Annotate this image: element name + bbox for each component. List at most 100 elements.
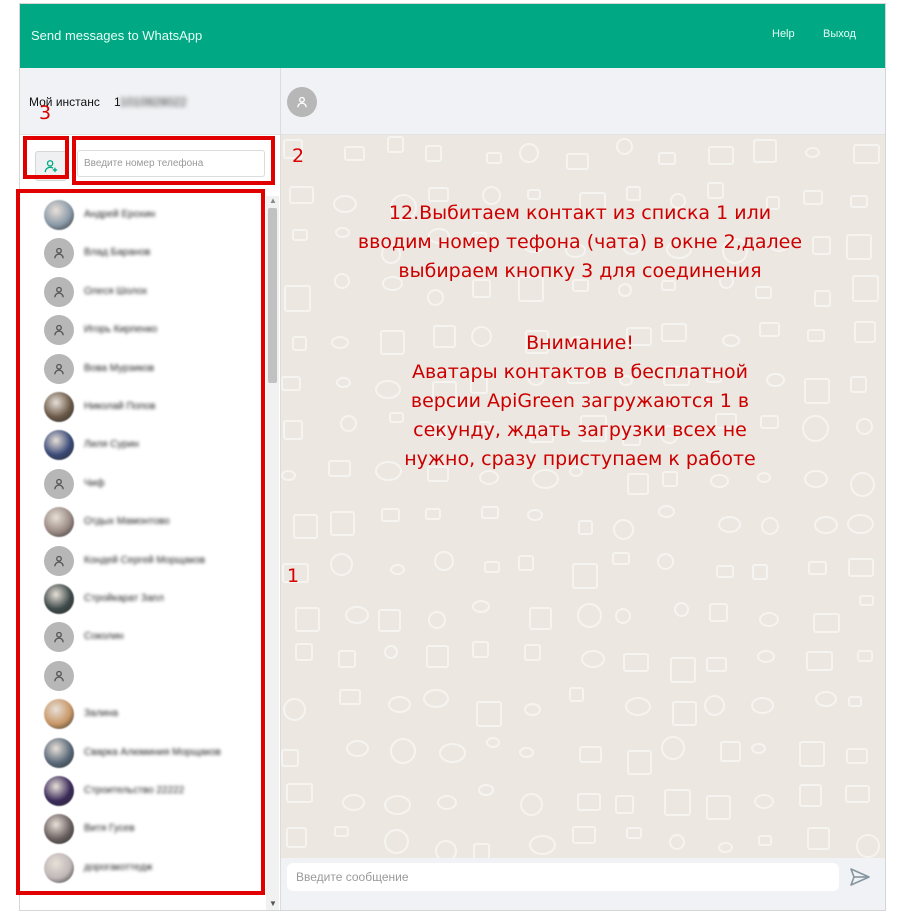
wallpaper-doodle: [813, 516, 838, 535]
wallpaper-doodle: [658, 505, 676, 519]
instance-number: 11010928022: [114, 95, 187, 109]
message-input[interactable]: [287, 863, 839, 891]
wallpaper-doodle: [759, 611, 780, 627]
wallpaper-doodle: [808, 560, 828, 575]
warning-line-3: секунду, ждать загрузки всех не: [413, 419, 747, 441]
wallpaper-doodle: [624, 697, 651, 717]
annotation-label-1: 1: [287, 565, 300, 587]
chat-panel: [281, 68, 885, 910]
wallpaper-doodle: [751, 743, 767, 755]
annotation-box-2: [72, 136, 275, 185]
wallpaper-doodle: [428, 610, 447, 629]
wallpaper-doodle: [853, 320, 876, 343]
instruction-line-1: 12.Выбитаем контакт из списка 1 или: [388, 202, 772, 224]
wallpaper-doodle: [813, 290, 831, 308]
wallpaper-doodle: [572, 826, 597, 845]
wallpaper-doodle: [381, 507, 401, 522]
send-icon: [850, 868, 870, 886]
wallpaper-doodle: [333, 826, 349, 838]
wallpaper-doodle: [282, 698, 306, 722]
wallpaper-doodle: [850, 471, 876, 497]
wallpaper-doodle: [757, 835, 772, 847]
wallpaper-doodle: [291, 336, 307, 352]
wallpaper-doodle: [806, 826, 830, 850]
help-link[interactable]: Help: [772, 28, 795, 40]
wallpaper-doodle: [849, 376, 867, 394]
chat-avatar[interactable]: [287, 87, 317, 117]
wallpaper-doodle: [859, 595, 875, 607]
wallpaper-doodle: [473, 842, 491, 858]
wallpaper-doodle: [383, 645, 398, 660]
wallpaper-doodle: [799, 783, 823, 807]
annotation-box-1: [16, 189, 265, 895]
wallpaper-doodle: [288, 185, 314, 204]
wallpaper-doodle: [529, 607, 553, 631]
wallpaper-doodle: [378, 608, 402, 632]
wallpaper-doodle: [612, 519, 634, 541]
wallpaper-doodle: [715, 564, 734, 578]
wallpaper-doodle: [852, 143, 880, 164]
wallpaper-doodle: [425, 507, 441, 520]
wallpaper-doodle: [344, 606, 369, 625]
wallpaper-doodle: [705, 656, 727, 672]
wallpaper-doodle: [292, 228, 309, 241]
wallpaper-doodle: [569, 687, 585, 703]
wallpaper-doodle: [718, 841, 734, 853]
instruction-overlay: 12.Выбитаем контакт из списка 1 или ввод…: [345, 199, 815, 474]
wallpaper-doodle: [485, 737, 500, 749]
annotation-box-3: [23, 136, 69, 179]
wallpaper-doodle: [437, 795, 458, 811]
wallpaper-doodle: [519, 142, 540, 163]
wallpaper-doodle: [281, 470, 297, 482]
wallpaper-doodle: [286, 782, 314, 803]
wallpaper-doodle: [708, 603, 728, 622]
wallpaper-doodle: [281, 748, 300, 767]
wallpaper-doodle: [471, 600, 490, 614]
wallpaper-doodle: [805, 147, 821, 159]
annotation-label-3: 3: [39, 102, 52, 124]
wallpaper-doodle: [519, 746, 535, 758]
scroll-down-arrow-icon[interactable]: ▼: [269, 899, 277, 908]
wallpaper-doodle: [761, 516, 780, 535]
top-bar: Send messages to WhatsApp Help Выход: [20, 4, 885, 68]
wallpaper-doodle: [622, 653, 649, 673]
wallpaper-doodle: [338, 689, 361, 706]
wallpaper-doodle: [330, 511, 356, 537]
app-title: Send messages to WhatsApp: [31, 28, 203, 43]
wallpaper-doodle: [846, 514, 874, 535]
wallpaper-doodle: [478, 783, 495, 796]
wallpaper-doodle: [580, 649, 605, 668]
wallpaper-doodle: [846, 747, 869, 764]
scroll-up-arrow-icon[interactable]: ▲: [269, 196, 277, 205]
wallpaper-doodle: [856, 650, 873, 663]
wallpaper-doodle: [627, 473, 650, 496]
wallpaper-doodle: [439, 743, 467, 764]
wallpaper-doodle: [671, 700, 697, 726]
warning-line-4: нужно, сразу приступаем к работе: [404, 448, 756, 470]
wallpaper-doodle: [799, 741, 826, 768]
wallpaper-doodle: [337, 649, 356, 668]
wallpaper-doodle: [342, 793, 366, 811]
wallpaper-doodle: [658, 151, 677, 165]
send-button[interactable]: [848, 865, 872, 889]
message-composer: [281, 858, 885, 910]
wallpaper-doodle: [390, 563, 406, 575]
wallpaper-doodle: [523, 702, 541, 716]
wallpaper-doodle: [566, 152, 590, 170]
wallpaper-doodle: [720, 741, 741, 763]
wallpaper-doodle: [518, 554, 535, 571]
wallpaper-doodle: [426, 645, 450, 669]
wallpaper-doodle: [615, 137, 633, 155]
wallpaper-doodle: [673, 602, 689, 618]
wallpaper-doodle: [845, 233, 872, 260]
contact-list-scrollbar[interactable]: ▲ ▼: [266, 196, 279, 910]
wallpaper-doodle: [709, 473, 729, 488]
wallpaper-doodle: [718, 515, 742, 533]
wallpaper-doodle: [852, 274, 880, 302]
logout-link[interactable]: Выход: [823, 28, 856, 40]
wallpaper-doodle: [383, 795, 411, 816]
wallpaper-doodle: [706, 795, 732, 821]
scroll-thumb[interactable]: [268, 208, 277, 383]
wallpaper-doodle: [423, 688, 450, 708]
user-icon: [297, 96, 307, 108]
